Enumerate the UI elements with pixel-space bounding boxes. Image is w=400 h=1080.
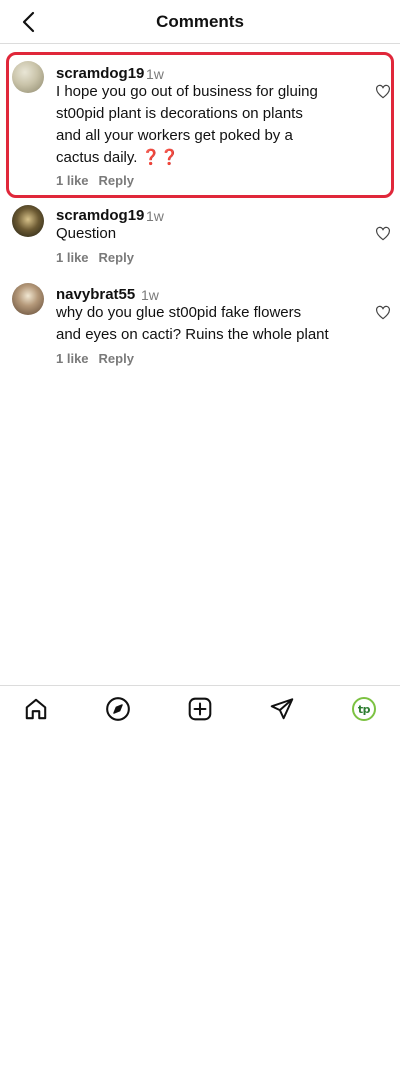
comment-actions: 1 like Reply bbox=[56, 250, 134, 266]
comment-item: scramdog19 1w Question 1 like Reply bbox=[0, 200, 400, 272]
explore-icon bbox=[106, 697, 130, 721]
avatar[interactable] bbox=[12, 61, 44, 93]
comment-text-line: I hope you go out of business for gluing bbox=[56, 83, 318, 100]
nav-explore[interactable] bbox=[104, 695, 132, 723]
comment-text-line: Question bbox=[56, 225, 117, 242]
messages-icon bbox=[270, 698, 294, 720]
like-count[interactable]: 1 like bbox=[56, 173, 89, 188]
profile-avatar: tp bbox=[352, 697, 376, 721]
home-icon bbox=[25, 698, 47, 720]
comment-time: 1w bbox=[146, 208, 164, 224]
comment-text: why do you glue st00pid fake flowers and… bbox=[56, 302, 329, 346]
like-count[interactable]: 1 like bbox=[56, 250, 89, 265]
page-title: Comments bbox=[156, 12, 244, 31]
comment-text-line: and all your workers get poked by a bbox=[56, 127, 293, 144]
like-count[interactable]: 1 like bbox=[56, 351, 89, 366]
comment-actions: 1 like Reply bbox=[56, 351, 134, 367]
heart-icon[interactable] bbox=[375, 305, 391, 321]
comment-text-line: why do you glue st00pid fake flowers bbox=[56, 304, 302, 321]
nav-home[interactable] bbox=[22, 695, 50, 723]
create-icon bbox=[188, 697, 212, 721]
avatar[interactable] bbox=[12, 205, 44, 237]
comment-text-line: and eyes on cacti? Ruins the whole plant bbox=[56, 326, 329, 343]
top-bar: Comments bbox=[0, 0, 400, 44]
nav-create[interactable] bbox=[186, 695, 214, 723]
reply-button[interactable]: Reply bbox=[99, 351, 134, 366]
avatar[interactable] bbox=[12, 283, 44, 315]
reply-button[interactable]: Reply bbox=[99, 173, 134, 188]
comment-text-line: cactus daily. ❓❓ bbox=[56, 149, 179, 166]
comment-text: I hope you go out of business for gluing… bbox=[56, 81, 318, 169]
nav-messages[interactable] bbox=[268, 695, 296, 723]
nav-profile[interactable]: tp bbox=[350, 695, 378, 723]
bottom-nav: tp bbox=[0, 685, 400, 731]
comment-text: Question bbox=[56, 223, 116, 245]
comment-item: scramdog19 1w I hope you go out of busin… bbox=[6, 52, 394, 198]
heart-icon[interactable] bbox=[375, 84, 391, 100]
heart-icon[interactable] bbox=[375, 226, 391, 242]
comment-item: navybrat55 1w why do you glue st00pid fa… bbox=[0, 278, 400, 374]
comment-text-line: st00pid plant is decorations on plants bbox=[56, 105, 303, 122]
comment-actions: 1 like Reply bbox=[56, 173, 134, 189]
reply-button[interactable]: Reply bbox=[99, 250, 134, 265]
